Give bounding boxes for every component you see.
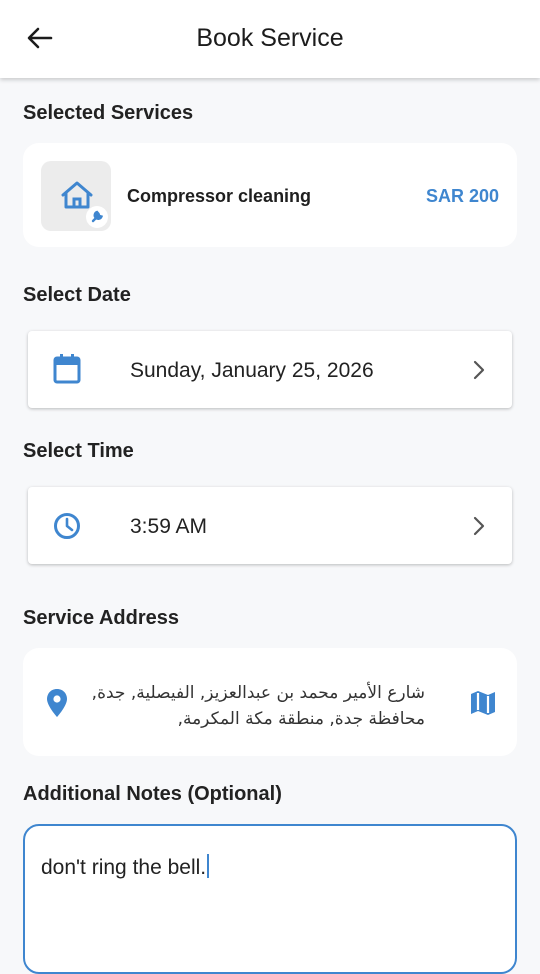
map-icon[interactable]: [469, 689, 497, 722]
text-cursor: [207, 854, 210, 878]
date-picker-field[interactable]: Sunday, January 25, 2026: [28, 331, 512, 408]
chevron-right-icon: [472, 515, 486, 542]
notes-text: don't ring the bell.: [41, 856, 207, 879]
notes-input-value: don't ring the bell.: [41, 854, 210, 880]
calendar-icon: [52, 353, 82, 390]
selected-time: 3:59 AM: [130, 515, 208, 538]
service-thumbnail: [41, 161, 111, 231]
select-date-heading: Select Date: [23, 284, 131, 306]
clock-icon: [52, 511, 82, 546]
location-pin-icon: [45, 688, 69, 723]
additional-notes-heading: Additional Notes (Optional): [23, 783, 282, 805]
selected-date: Sunday, January 25, 2026: [130, 359, 374, 382]
service-address-heading: Service Address: [23, 607, 180, 629]
service-card[interactable]: Compressor cleaning SAR 200: [23, 143, 517, 247]
selected-services-heading: Selected Services: [23, 102, 194, 124]
address-text: شارع الأمير محمد بن عبدالعزيز, الفيصلية,…: [91, 683, 425, 729]
address-card[interactable]: شارع الأمير محمد بن عبدالعزيز, الفيصلية,…: [23, 648, 517, 756]
notes-input[interactable]: don't ring the bell.: [23, 824, 517, 974]
chevron-right-icon: [472, 359, 486, 386]
service-name: Compressor cleaning: [127, 186, 312, 206]
home-repair-icon: [41, 161, 111, 236]
time-picker-field[interactable]: 3:59 AM: [28, 487, 512, 564]
page-title: Book Service: [196, 24, 344, 52]
select-time-heading: Select Time: [23, 440, 134, 462]
service-price: SAR 200: [425, 186, 499, 206]
app-bar: Book Service: [0, 0, 540, 78]
